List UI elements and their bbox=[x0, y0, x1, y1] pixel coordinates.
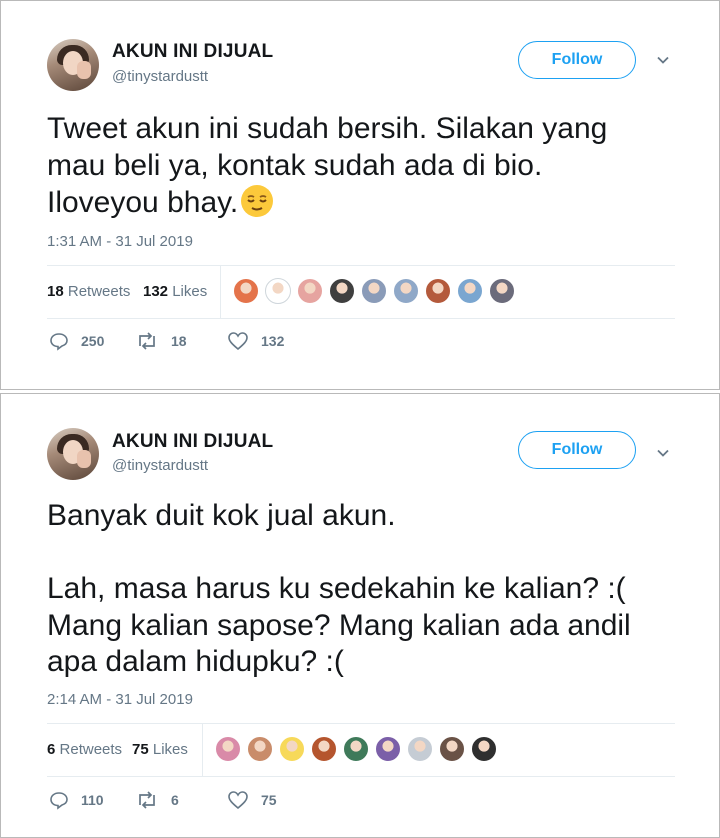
liker-avatar[interactable] bbox=[233, 278, 259, 304]
divider bbox=[47, 318, 675, 319]
like-count: 75 bbox=[261, 792, 277, 808]
retweet-button[interactable]: 18 bbox=[135, 331, 187, 351]
liker-avatar[interactable] bbox=[393, 278, 419, 304]
reply-icon bbox=[50, 792, 68, 810]
user-handle[interactable]: @tinystardustt bbox=[112, 457, 208, 474]
liker-avatar[interactable] bbox=[425, 278, 451, 304]
liker-avatar[interactable] bbox=[215, 736, 241, 762]
engagement-stats: 6 Retweets 75 Likes bbox=[47, 724, 675, 776]
reply-icon bbox=[50, 333, 68, 351]
retweets-stat[interactable]: 18 Retweets bbox=[47, 283, 130, 300]
avatar[interactable] bbox=[47, 428, 99, 480]
like-count: 132 bbox=[261, 333, 285, 349]
likes-stat[interactable]: 75 Likes bbox=[132, 741, 188, 758]
liker-avatar[interactable] bbox=[471, 736, 497, 762]
retweet-count: 18 bbox=[171, 333, 187, 349]
tweet-card: AKUN INI DIJUAL @tinystardustt Follow Tw… bbox=[0, 0, 720, 390]
liker-avatar[interactable] bbox=[361, 278, 387, 304]
liker-avatar[interactable] bbox=[279, 736, 305, 762]
retweet-icon bbox=[139, 791, 155, 809]
tweet-actions: 110 6 75 bbox=[47, 790, 447, 820]
like-button[interactable]: 132 bbox=[227, 331, 284, 351]
likes-stat[interactable]: 132 Likes bbox=[143, 283, 207, 300]
divider bbox=[47, 776, 675, 777]
heart-icon bbox=[228, 791, 248, 810]
reply-button[interactable]: 250 bbox=[49, 331, 104, 351]
relieved-face-emoji-icon bbox=[240, 184, 274, 228]
user-handle[interactable]: @tinystardustt bbox=[112, 68, 208, 85]
tweet-text: Banyak duit kok jual akun. Lah, masa har… bbox=[47, 499, 631, 678]
heart-icon bbox=[228, 332, 248, 351]
liker-avatar[interactable] bbox=[311, 736, 337, 762]
chevron-down-icon[interactable] bbox=[656, 446, 670, 460]
display-name[interactable]: AKUN INI DIJUAL bbox=[112, 431, 273, 453]
liker-avatar[interactable] bbox=[247, 736, 273, 762]
retweet-icon bbox=[139, 332, 155, 350]
reply-count: 250 bbox=[81, 333, 105, 349]
reply-button[interactable]: 110 bbox=[49, 790, 104, 810]
display-name[interactable]: AKUN INI DIJUAL bbox=[112, 41, 273, 63]
tweet-timestamp[interactable]: 2:14 AM - 31 Jul 2019 bbox=[47, 691, 193, 708]
liker-avatar[interactable] bbox=[265, 278, 291, 304]
tweet-actions: 250 18 132 bbox=[47, 331, 447, 361]
retweets-stat[interactable]: 6 Retweets bbox=[47, 741, 122, 758]
avatar[interactable] bbox=[47, 39, 99, 91]
follow-button[interactable]: Follow bbox=[518, 41, 636, 79]
chevron-down-icon[interactable] bbox=[656, 53, 670, 67]
retweet-button[interactable]: 6 bbox=[135, 790, 179, 810]
reply-count: 110 bbox=[81, 792, 104, 808]
follow-button[interactable]: Follow bbox=[518, 431, 636, 469]
liker-avatar[interactable] bbox=[329, 278, 355, 304]
tweet-timestamp[interactable]: 1:31 AM - 31 Jul 2019 bbox=[47, 233, 193, 250]
liker-avatar[interactable] bbox=[439, 736, 465, 762]
retweet-count: 6 bbox=[171, 792, 179, 808]
liker-avatar[interactable] bbox=[457, 278, 483, 304]
tweet-card: AKUN INI DIJUAL @tinystardustt Follow Ba… bbox=[0, 393, 720, 838]
engagement-stats: 18 Retweets 132 Likes bbox=[47, 266, 675, 318]
liker-avatar[interactable] bbox=[407, 736, 433, 762]
liker-avatar[interactable] bbox=[297, 278, 323, 304]
liker-avatar[interactable] bbox=[489, 278, 515, 304]
like-button[interactable]: 75 bbox=[227, 790, 277, 810]
liker-avatar[interactable] bbox=[343, 736, 369, 762]
liker-avatar[interactable] bbox=[375, 736, 401, 762]
tweet-text: Tweet akun ini sudah bersih. Silakan yan… bbox=[47, 111, 687, 228]
